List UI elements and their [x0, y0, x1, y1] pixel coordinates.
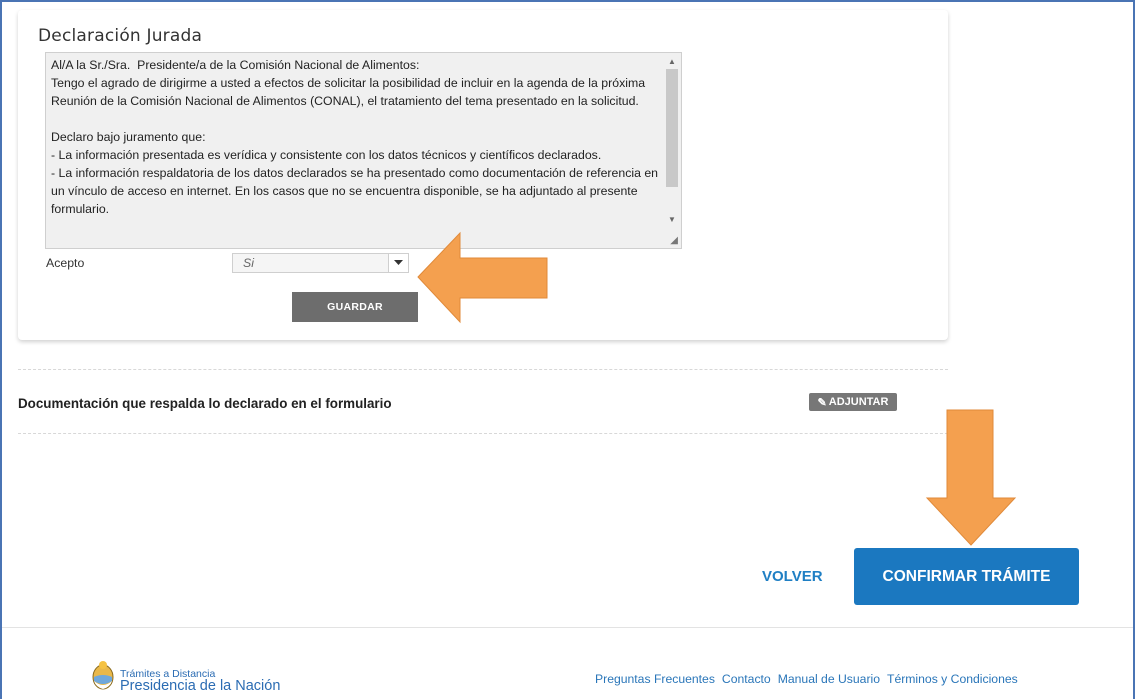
logo-title: Presidencia de la Nación	[120, 678, 281, 694]
divider-top	[18, 369, 948, 370]
resize-grip-icon[interactable]: ◢	[670, 235, 678, 246]
acepto-select[interactable]: Si	[232, 253, 409, 273]
declaracion-textarea[interactable]: Al/A la Sr./Sra. Presidente/a de la Comi…	[45, 52, 682, 249]
down-arrow-annotation-icon	[925, 409, 1017, 546]
adjuntar-label: ADJUNTAR	[828, 396, 889, 408]
confirmar-tramite-button[interactable]: CONFIRMAR TRÁMITE	[854, 548, 1079, 605]
footer-link-manual[interactable]: Manual de Usuario	[778, 672, 880, 686]
acepto-select-value: Si	[243, 256, 254, 270]
paperclip-icon: ✎	[817, 396, 827, 409]
footer-links: Preguntas Frecuentes Contacto Manual de …	[595, 672, 1018, 686]
declaracion-title: Declaración Jurada	[38, 26, 203, 46]
left-arrow-annotation-icon	[417, 231, 548, 324]
footer-link-preguntas[interactable]: Preguntas Frecuentes	[595, 672, 715, 686]
footer-link-terminos[interactable]: Términos y Condiciones	[887, 672, 1018, 686]
documentacion-title: Documentación que respalda lo declarado …	[18, 396, 392, 411]
divider-bottom	[18, 433, 973, 434]
scroll-up-icon[interactable]: ▲	[668, 57, 676, 67]
textarea-scrollbar[interactable]: ▲ ▼	[664, 53, 681, 248]
scroll-down-icon[interactable]: ▼	[668, 215, 676, 225]
volver-link[interactable]: VOLVER	[762, 568, 823, 585]
guardar-button[interactable]: GUARDAR	[292, 292, 418, 322]
adjuntar-button[interactable]: ✎ ADJUNTAR	[809, 393, 897, 411]
scroll-thumb[interactable]	[666, 69, 678, 187]
escudo-logo-icon	[92, 661, 114, 690]
footer-divider	[2, 627, 1133, 628]
declaracion-text: Al/A la Sr./Sra. Presidente/a de la Comi…	[51, 58, 659, 216]
acepto-label: Acepto	[46, 256, 85, 270]
footer-link-contacto[interactable]: Contacto	[722, 672, 771, 686]
chevron-down-icon[interactable]	[388, 254, 408, 272]
